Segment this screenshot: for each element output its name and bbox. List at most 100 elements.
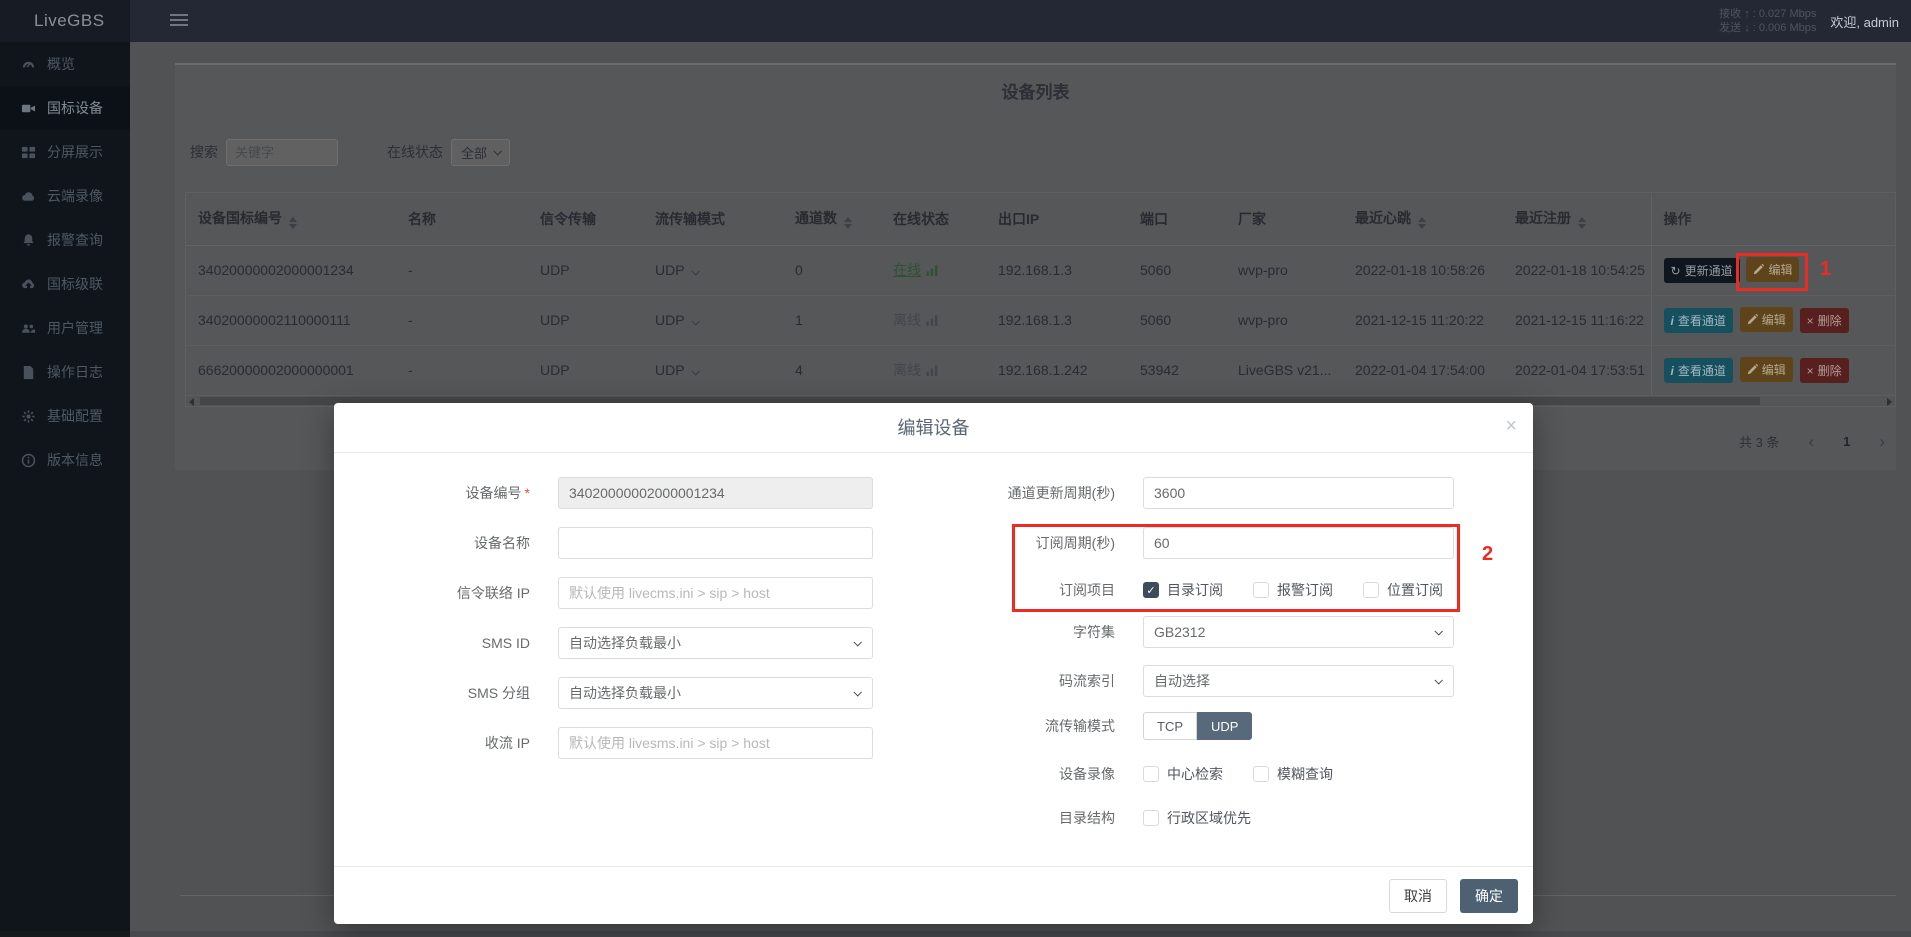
col-registered[interactable]: 最近注册 <box>1503 193 1651 245</box>
total-count: 共 3 条 <box>1739 432 1779 451</box>
device-table: 设备国标编号 名称 信令传输 流传输模式 通道数 在线状态 出口IP 端口 厂家… <box>185 192 1896 407</box>
sort-icon <box>1578 217 1586 229</box>
menu-toggle-icon[interactable] <box>170 14 188 29</box>
table-toolbar: 搜索 在线状态 全部 <box>190 138 510 166</box>
sidebar-item-basic-config[interactable]: 基础配置 <box>0 394 130 438</box>
sidebar-item-gb-devices[interactable]: 国标设备 <box>0 86 130 130</box>
next-page-button[interactable]: › <box>1879 433 1885 450</box>
tcp-option[interactable]: TCP <box>1143 712 1197 740</box>
edit-device-button[interactable]: 编辑 <box>1746 257 1799 282</box>
fuzzy-query-checkbox[interactable] <box>1253 766 1269 782</box>
sidebar-item-label: 概览 <box>47 54 75 74</box>
stream-mode-toggle: TCP UDP <box>1143 712 1252 740</box>
scroll-left-icon[interactable] <box>189 398 194 406</box>
col-device-id[interactable]: 设备国标编号 <box>186 193 396 245</box>
receive-rate: 接收 ↑ : 0.027 Mbps <box>1719 7 1816 21</box>
col-heartbeat[interactable]: 最近心跳 <box>1343 193 1503 245</box>
sidebar-item-label: 云端录像 <box>47 186 103 206</box>
table-header-row: 设备国标编号 名称 信令传输 流传输模式 通道数 在线状态 出口IP 端口 厂家… <box>186 193 1895 245</box>
stream-mode-dropdown[interactable]: UDP <box>643 295 783 345</box>
annotation-number-1: 1 <box>1820 258 1831 281</box>
gauge-icon <box>21 57 36 72</box>
recv-stream-ip-field[interactable] <box>558 727 873 759</box>
sidebar-item-label: 分屏展示 <box>47 142 103 162</box>
chevron-down-icon <box>691 267 699 275</box>
pagination: 共 3 条 ‹ 1 › <box>1739 432 1885 451</box>
catalog-subscribe-checkbox[interactable]: ✓ <box>1143 582 1159 598</box>
stream-mode-dropdown[interactable]: UDP <box>643 345 783 395</box>
page-number[interactable]: 1 <box>1843 434 1850 449</box>
edit-device-button[interactable]: 编辑 <box>1740 307 1793 332</box>
sms-id-label: SMS ID <box>364 635 558 651</box>
device-name-field[interactable] <box>558 527 873 559</box>
edit-device-button[interactable]: 编辑 <box>1740 357 1793 382</box>
bottom-strip-main <box>130 931 1911 937</box>
catalog-struct-group: 行政区域优先 <box>1143 808 1251 828</box>
sip-contact-ip-label: 信令联络 IP <box>364 583 558 603</box>
alarm-subscribe-checkbox[interactable] <box>1253 582 1269 598</box>
prev-page-button[interactable]: ‹ <box>1808 433 1814 450</box>
udp-option[interactable]: UDP <box>1197 712 1252 740</box>
device-id-field <box>558 477 873 509</box>
video-camera-icon <box>21 101 36 116</box>
status-online-link[interactable]: 在线 <box>893 260 939 280</box>
ok-button[interactable]: 确定 <box>1460 879 1518 913</box>
cancel-button[interactable]: 取消 <box>1389 879 1447 913</box>
sidebar-item-version-info[interactable]: 版本信息 <box>0 438 130 482</box>
refresh-icon: ↻ <box>1671 264 1681 278</box>
refresh-channels-button[interactable]: ↻更新通道 <box>1664 258 1740 283</box>
edit-icon <box>1747 314 1758 325</box>
network-stats: 接收 ↑ : 0.027 Mbps 发送 ↓ : 0.006 Mbps <box>1719 7 1816 35</box>
sidebar-item-user-management[interactable]: 用户管理 <box>0 306 130 350</box>
delete-device-button[interactable]: ×删除 <box>1800 308 1849 333</box>
sidebar-item-cloud-record[interactable]: 云端录像 <box>0 174 130 218</box>
welcome-user[interactable]: 欢迎, admin <box>1830 12 1903 31</box>
sidebar-item-label: 用户管理 <box>47 318 103 338</box>
sidebar-item-gb-cascade[interactable]: 国标级联 <box>0 262 130 306</box>
position-subscribe-checkbox[interactable] <box>1363 582 1379 598</box>
search-input[interactable] <box>226 139 338 166</box>
charset-select[interactable]: GB2312 <box>1143 616 1454 648</box>
sidebar-item-alarm-query[interactable]: 报警查询 <box>0 218 130 262</box>
col-name: 名称 <box>396 193 528 245</box>
stream-index-label: 码流索引 <box>894 671 1143 691</box>
bottom-strip-left <box>0 931 130 937</box>
sms-group-label: SMS 分组 <box>364 683 558 703</box>
sidebar-item-operation-log[interactable]: 操作日志 <box>0 350 130 394</box>
sidebar-item-overview[interactable]: 概览 <box>0 42 130 86</box>
subscribe-period-field[interactable] <box>1143 527 1454 559</box>
sip-contact-ip-field[interactable] <box>558 577 873 609</box>
subscribe-period-label: 订阅周期(秒) <box>894 533 1143 553</box>
delete-device-button[interactable]: ×删除 <box>1800 358 1849 383</box>
online-status-label: 在线状态 <box>387 142 443 162</box>
edit-device-modal: 编辑设备 × 设备编号* 设备名称 信令联络 IP SMS ID <box>334 403 1533 924</box>
scroll-right-icon[interactable] <box>1887 398 1892 406</box>
online-status-select[interactable]: 全部 <box>451 139 510 166</box>
channel-refresh-field[interactable] <box>1143 477 1454 509</box>
view-channels-button[interactable]: i查看通道 <box>1664 358 1733 383</box>
traffic-chart-icon <box>926 314 939 326</box>
stream-index-select[interactable]: 自动选择 <box>1143 665 1454 697</box>
admin-region-priority-checkbox[interactable] <box>1143 810 1159 826</box>
sort-icon <box>289 217 297 229</box>
position-subscribe-label: 位置订阅 <box>1387 580 1443 600</box>
modal-footer: 取消 确定 <box>334 866 1533 924</box>
sms-id-select[interactable]: 自动选择负载最小 <box>558 627 873 659</box>
status-offline: 离线 <box>893 310 939 330</box>
sidebar: 概览 国标设备 分屏展示 云端录像 报警查询 国标级联 用户管理 操作日志 <box>0 42 130 937</box>
cloud-upload-icon <box>21 277 36 292</box>
close-icon[interactable]: × <box>1505 415 1517 438</box>
chevron-down-icon <box>853 638 861 646</box>
sidebar-item-split-screen[interactable]: 分屏展示 <box>0 130 130 174</box>
sms-group-select[interactable]: 自动选择负载最小 <box>558 677 873 709</box>
navbar-right: 接收 ↑ : 0.027 Mbps 发送 ↓ : 0.006 Mbps 欢迎, … <box>1719 0 1903 42</box>
center-search-checkbox[interactable] <box>1143 766 1159 782</box>
stream-mode-dropdown[interactable]: UDP <box>643 245 783 295</box>
page-title: 设备列表 <box>175 78 1896 103</box>
users-icon <box>21 321 36 336</box>
col-channels[interactable]: 通道数 <box>783 193 881 245</box>
top-navbar: 接收 ↑ : 0.027 Mbps 发送 ↓ : 0.006 Mbps 欢迎, … <box>130 0 1911 42</box>
view-channels-button[interactable]: i查看通道 <box>1664 308 1733 333</box>
recv-stream-ip-label: 收流 IP <box>364 733 558 753</box>
info-icon <box>21 453 36 468</box>
